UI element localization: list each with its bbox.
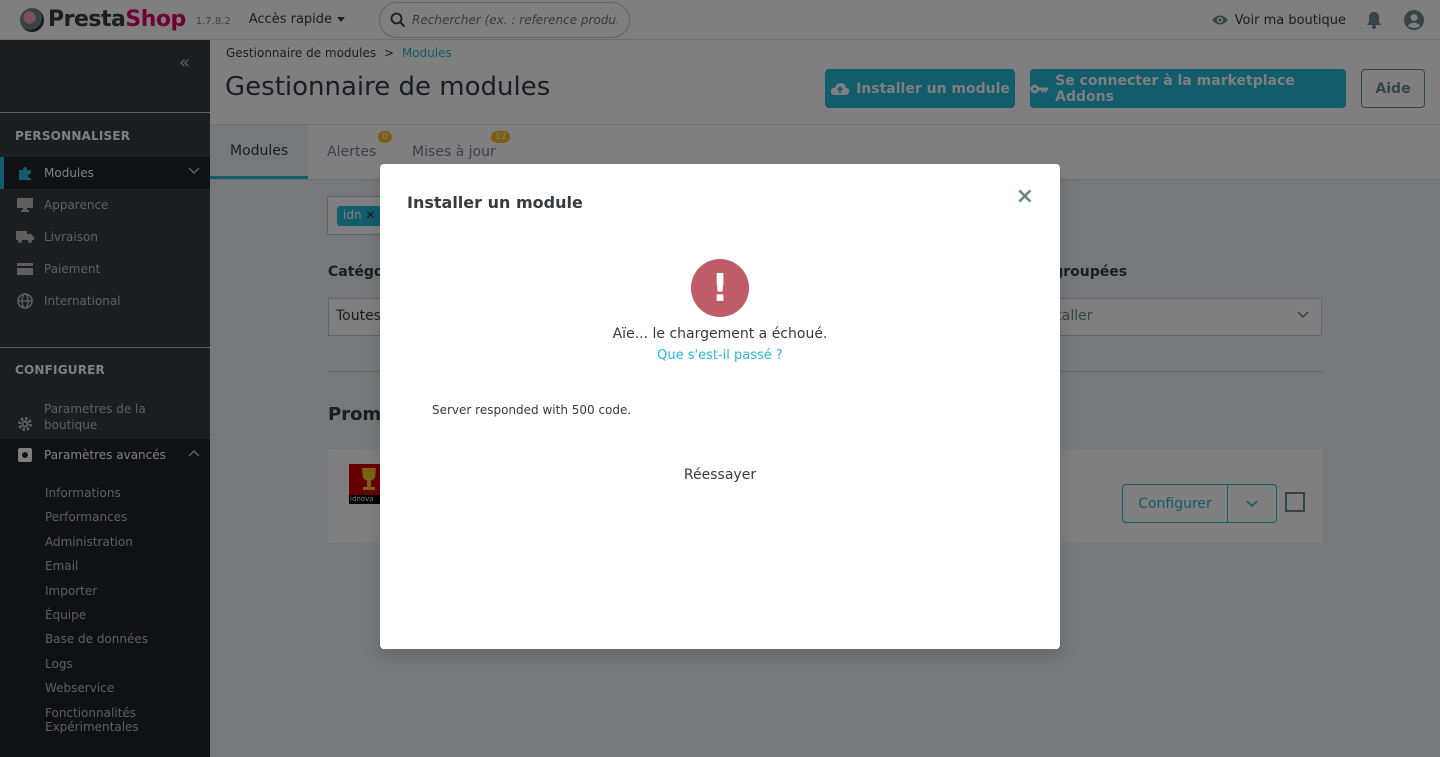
retry-button[interactable]: Réessayer [380,467,1060,483]
error-detail: Server responded with 500 code. [432,403,632,417]
modal-title: Installer un module [407,193,583,212]
install-module-modal: Installer un module × ! Aïe... le charge… [380,164,1060,649]
error-icon: ! [691,259,749,317]
what-happened-link[interactable]: Que s'est-il passé ? [380,348,1060,363]
error-message: Aïe... le chargement a échoué. [612,326,828,342]
close-icon[interactable]: × [1016,186,1034,208]
